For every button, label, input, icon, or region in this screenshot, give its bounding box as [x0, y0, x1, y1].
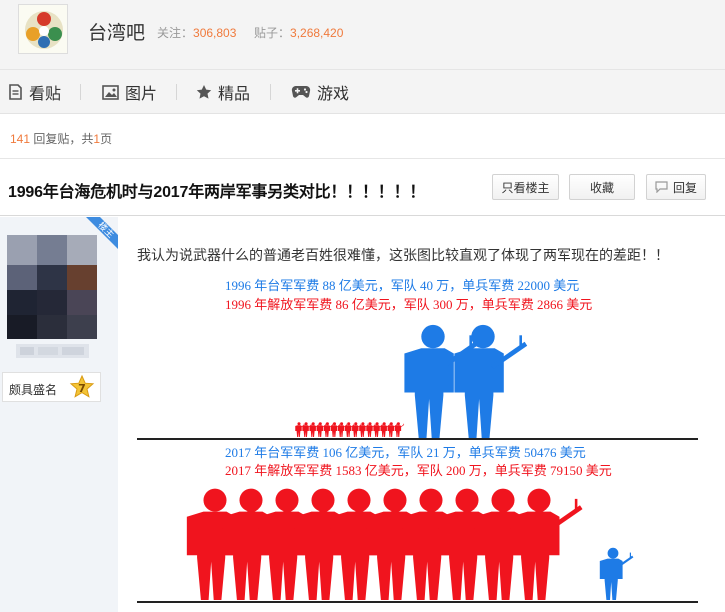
- author-sidebar: 楼主 颇具盛名 7: [0, 217, 118, 612]
- post-stat: 贴子：3,268,420: [254, 24, 343, 41]
- tab-images-label: 图片: [125, 86, 158, 103]
- tab-featured-label: 精品: [218, 86, 251, 103]
- tab-images[interactable]: 图片: [102, 70, 157, 114]
- collect-button[interactable]: 收藏: [569, 174, 635, 200]
- comment-icon: [655, 181, 668, 193]
- level-star-icon: 7: [69, 375, 95, 398]
- document-icon: [9, 84, 22, 100]
- reply-label: 回复: [672, 180, 697, 195]
- caption-2017-pla: 2017 年解放军军费 1583 亿美元，军队 200 万，单兵军费 79150…: [225, 463, 612, 478]
- level-number: 7: [78, 382, 86, 395]
- pla-soldier-2017: [510, 488, 583, 600]
- star-icon: [196, 85, 212, 99]
- caption-1996-taiwan: 1996 年台军军费 88 亿美元，军队 40 万，单兵军费 22000 美元: [225, 278, 579, 293]
- only-op-button[interactable]: 只看楼主: [492, 174, 559, 200]
- tab-divider: [176, 84, 177, 100]
- forum-name[interactable]: 台湾吧: [88, 18, 145, 45]
- taiwan-soldiers-2017: [599, 547, 634, 600]
- caption-1996-pla: 1996 年解放军军费 86 亿美元，军队 300 万，单兵军费 2866 美元: [225, 297, 592, 312]
- user-badge[interactable]: 颇具盛名 7: [2, 372, 101, 402]
- only-op-label: 只看楼主: [501, 180, 550, 195]
- post-body-text: 我认为说武器什么的普通老百姓很难懂，这张图比较直观了体现了两军现在的差距！！: [137, 247, 669, 263]
- tab-featured[interactable]: 精品: [196, 70, 250, 114]
- post-title: 1996年台海危机时与2017年两岸军事另类对比！！！！！！: [8, 184, 426, 201]
- taiwan-soldier-1996: [454, 324, 528, 438]
- post-label: 贴子：: [254, 26, 291, 40]
- follow-stat: 关注：306,803: [157, 24, 236, 41]
- tab-divider: [80, 84, 81, 100]
- divider: [0, 158, 725, 159]
- tab-games[interactable]: 游戏: [291, 70, 349, 114]
- post-title-bar: 1996年台海危机时与2017年两岸军事另类对比！！！！！！ 只看楼主 收藏 回…: [0, 160, 725, 216]
- collect-label: 收藏: [589, 180, 614, 195]
- military-comparison-chart: 1996 年台军军费 88 亿美元，军队 40 万，单兵军费 22000 美元 …: [137, 278, 698, 603]
- follow-label: 关注：: [157, 26, 194, 40]
- forum-tabs: 看贴 图片 精品 游戏: [0, 70, 725, 114]
- reply-count: 141: [10, 132, 31, 146]
- reply-button[interactable]: 回复: [646, 174, 706, 200]
- tab-posts[interactable]: 看贴: [8, 70, 61, 114]
- image-icon: [102, 84, 119, 100]
- taiwan-soldier-2017: [599, 547, 634, 600]
- forum-logo[interactable]: [18, 4, 68, 54]
- badge-label: 颇具盛名: [9, 383, 58, 397]
- tab-games-label: 游戏: [317, 86, 350, 103]
- forum-header: 台湾吧 关注：306,803 贴子：3,268,420: [0, 0, 725, 70]
- reply-text-b: 页: [100, 132, 113, 146]
- tab-divider: [270, 84, 271, 100]
- taiwan-soldiers-1996: [404, 324, 528, 438]
- gamepad-icon: [291, 85, 311, 98]
- pla-soldiers-1996: [295, 422, 405, 437]
- op-ribbon-icon: 楼主: [86, 217, 118, 249]
- caption-2017-taiwan: 2017 年台军军费 106 亿美元，军队 21 万，单兵军费 50476 美元: [225, 445, 586, 460]
- reply-text-a: 回复贴，共: [30, 132, 94, 146]
- tab-posts-label: 看贴: [29, 86, 62, 103]
- pla-soldiers-2017: [186, 488, 583, 600]
- username[interactable]: [16, 344, 89, 358]
- post-count: 3,268,420: [290, 26, 344, 40]
- follow-count: 306,803: [193, 26, 237, 40]
- reply-summary: 141 回复贴，共1页: [10, 130, 112, 147]
